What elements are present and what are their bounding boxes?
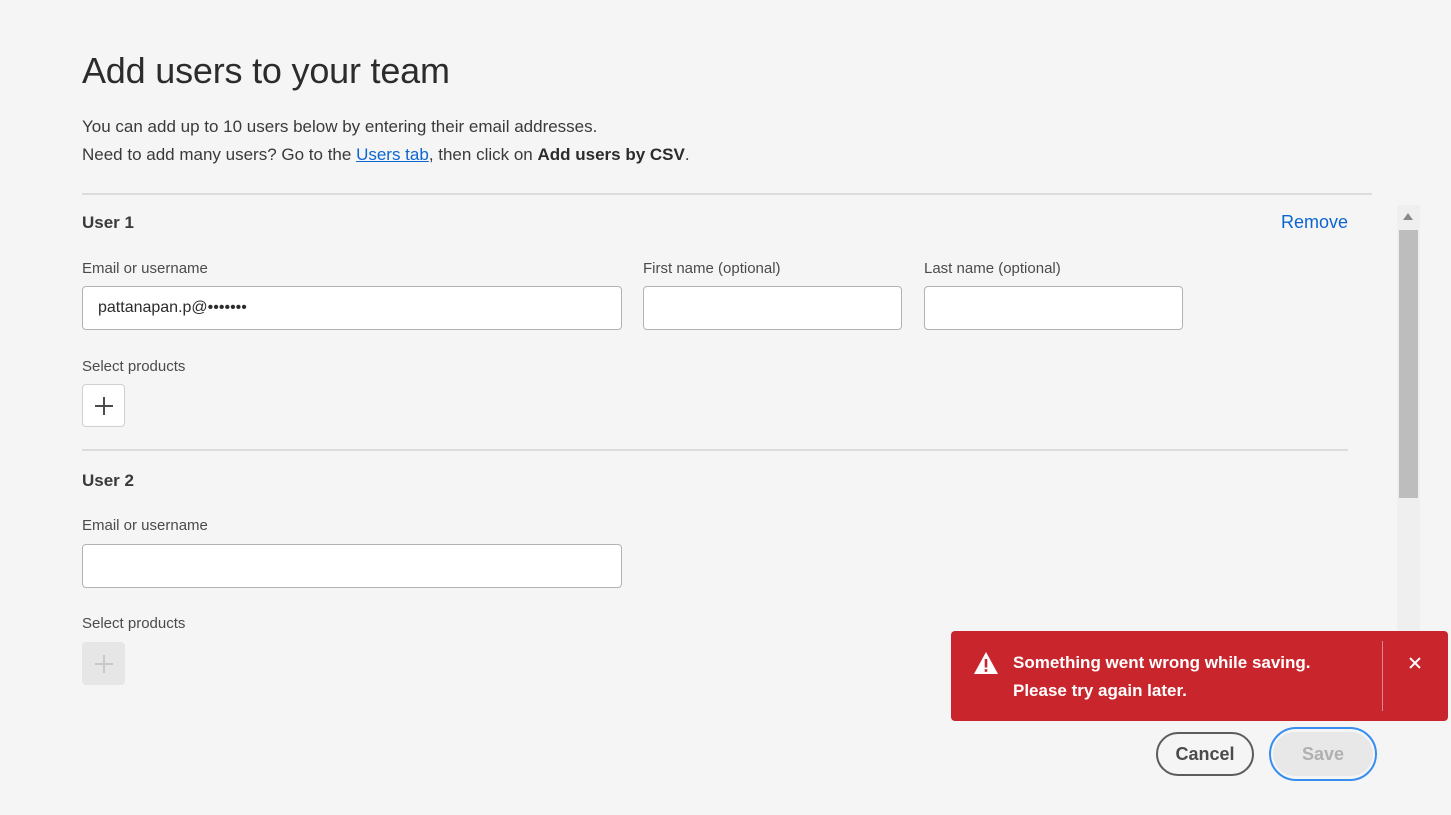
toast-message-line-2: Please try again later. [1013,681,1187,700]
email-label: Email or username [82,260,208,277]
save-button[interactable]: Save [1273,732,1373,776]
first-name-field[interactable] [643,286,902,330]
add-products-button-disabled [82,642,125,685]
cancel-button[interactable]: Cancel [1156,732,1254,776]
close-icon[interactable] [1406,654,1424,672]
toast-message-line-1: Something went wrong while saving. [1013,653,1311,672]
email-field[interactable] [82,544,622,588]
intro-line-2: Need to add many users? Go to the Users … [82,141,690,169]
select-products-label: Select products [82,358,186,375]
add-users-dialog: Add users to your team You can add up to… [0,0,1451,815]
intro-line-2-suffix: . [684,145,690,164]
last-name-field[interactable] [924,286,1183,330]
plus-icon [94,654,113,673]
intro-line-2-mid: , then click on [428,145,538,164]
scroll-thumb[interactable] [1399,230,1418,498]
first-name-label: First name (optional) [643,260,781,277]
users-scroll-area: User 1 Remove Email or username First na… [0,196,1451,696]
user-divider [82,449,1348,451]
select-products-label: Select products [82,615,186,632]
top-divider [82,193,1372,195]
user-heading: User 2 [82,471,134,490]
email-label: Email or username [82,517,208,534]
add-users-by-csv-text: Add users by CSV [537,145,685,164]
user-heading: User 1 [82,213,134,232]
user-entry-1: User 1 Remove Email or username First na… [82,196,1348,456]
vertical-scrollbar[interactable] [1397,205,1420,685]
toast-message: Something went wrong while saving. Pleas… [1013,649,1311,705]
intro-line-2-prefix: Need to add many users? Go to the [82,145,357,164]
intro-text: You can add up to 10 users below by ente… [82,113,690,169]
users-tab-link[interactable]: Users tab [356,145,429,164]
remove-user-link[interactable]: Remove [1281,212,1348,233]
toast-separator [1382,641,1383,711]
error-toast: Something went wrong while saving. Pleas… [951,631,1448,721]
intro-line-1: You can add up to 10 users below by ente… [82,117,598,136]
page-title: Add users to your team [82,50,450,91]
scroll-up-arrow-icon[interactable] [1403,213,1413,220]
add-products-button[interactable] [82,384,125,427]
last-name-label: Last name (optional) [924,260,1061,277]
plus-icon [94,396,113,415]
email-field[interactable] [82,286,622,330]
alert-triangle-icon [974,652,998,674]
